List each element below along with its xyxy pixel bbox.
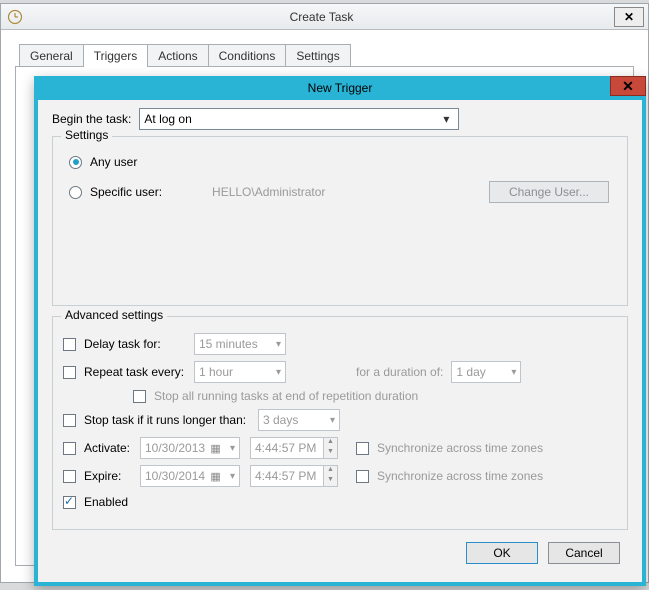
cancel-button[interactable]: Cancel [548,542,620,564]
duration-combo[interactable]: 1 day▾ [451,361,521,383]
repeat-checkbox[interactable] [63,366,76,379]
stop-if-label: Stop task if it runs longer than: [84,413,258,427]
chevron-down-icon: ▾ [276,367,281,378]
repeat-combo[interactable]: 1 hour▾ [194,361,286,383]
calendar-icon: ▦ [208,442,222,455]
begin-task-select[interactable]: At log on ▾ [139,108,459,130]
chevron-down-icon: ▾ [230,443,235,454]
dialog-button-row: OK Cancel [52,542,628,564]
delay-combo[interactable]: 15 minutes▾ [194,333,286,355]
dialog-title: New Trigger [308,81,373,95]
window-title: Create Task [29,10,614,24]
specific-user-label: Specific user: [90,185,162,199]
stop-all-label: Stop all running tasks at end of repetit… [154,389,418,403]
new-trigger-dialog: New Trigger ✕ Begin the task: At log on … [34,76,646,586]
enabled-checkbox[interactable] [63,496,76,509]
chevron-down-icon: ▾ [276,339,281,350]
activate-sync-checkbox[interactable] [356,442,369,455]
enabled-label: Enabled [84,495,128,509]
change-user-button[interactable]: Change User... [489,181,609,203]
expire-label: Expire: [84,469,140,483]
settings-legend: Settings [61,128,112,142]
calendar-icon: ▦ [208,470,222,483]
title-bar: Create Task ✕ [1,4,648,30]
stop-if-checkbox[interactable] [63,414,76,427]
advanced-legend: Advanced settings [61,308,167,322]
close-button[interactable]: ✕ [614,7,644,27]
stop-if-combo[interactable]: 3 days▾ [258,409,340,431]
expire-sync-checkbox[interactable] [356,470,369,483]
expire-checkbox[interactable] [63,470,76,483]
chevron-down-icon: ▾ [511,367,516,378]
delay-checkbox[interactable] [63,338,76,351]
duration-label: for a duration of: [356,365,443,379]
tab-conditions[interactable]: Conditions [208,44,287,67]
begin-task-value: At log on [144,112,191,126]
expire-time-field[interactable]: 4:44:57 PM [250,465,324,487]
expire-time-spinner[interactable]: ▲▼ [324,465,338,487]
activate-time-field[interactable]: 4:44:57 PM [250,437,324,459]
stop-all-checkbox[interactable] [133,390,146,403]
chevron-down-icon: ▾ [230,471,235,482]
activate-sync-label: Synchronize across time zones [377,441,543,455]
dialog-title-bar: New Trigger ✕ [34,76,646,100]
tab-general[interactable]: General [19,44,84,67]
delay-label: Delay task for: [84,337,194,351]
tab-strip: General Triggers Actions Conditions Sett… [19,44,648,67]
settings-group: Settings Any user Specific user: HELLO\A… [52,136,628,306]
begin-task-label: Begin the task: [52,112,131,126]
tab-settings[interactable]: Settings [285,44,350,67]
dialog-close-button[interactable]: ✕ [610,76,646,96]
any-user-label: Any user [90,155,137,169]
clock-icon [7,9,23,25]
tab-triggers[interactable]: Triggers [83,44,149,67]
activate-label: Activate: [84,441,140,455]
specific-user-radio[interactable] [69,186,82,199]
chevron-down-icon: ▾ [330,415,335,426]
tab-actions[interactable]: Actions [147,44,208,67]
any-user-radio[interactable] [69,156,82,169]
expire-date-picker[interactable]: 10/30/2014 ▦ ▾ [140,465,240,487]
activate-time-spinner[interactable]: ▲▼ [324,437,338,459]
activate-checkbox[interactable] [63,442,76,455]
ok-button[interactable]: OK [466,542,538,564]
repeat-label: Repeat task every: [84,365,194,379]
activate-date-picker[interactable]: 10/30/2013 ▦ ▾ [140,437,240,459]
specific-user-value: HELLO\Administrator [212,185,422,199]
dialog-body: Begin the task: At log on ▾ Settings Any… [38,100,642,574]
expire-sync-label: Synchronize across time zones [377,469,543,483]
chevron-down-icon: ▾ [438,112,454,126]
advanced-group: Advanced settings Delay task for: 15 min… [52,316,628,530]
